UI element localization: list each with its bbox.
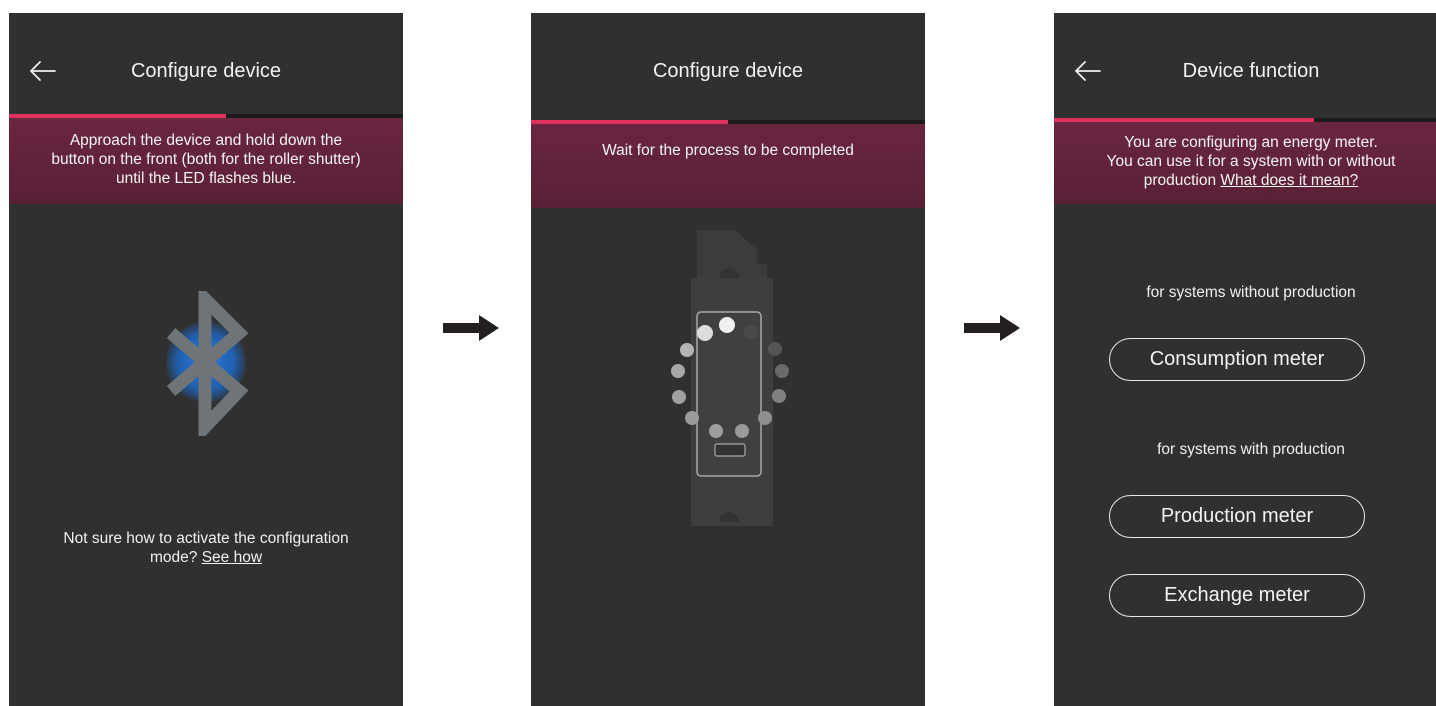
info-line: You can use it for a system with or with… xyxy=(1106,153,1396,170)
instruction-line: button on the front (both for the roller… xyxy=(51,151,361,168)
device-illustration xyxy=(671,230,789,526)
status-text: Wait for the process to be completed xyxy=(602,142,854,159)
bluetooth-icon xyxy=(166,291,249,436)
screen-configure-device-2: Configure device Wait for the process to… xyxy=(531,13,925,706)
info-line-3: production What does it mean? xyxy=(1066,171,1436,190)
section-label-with-production: for systems with production xyxy=(1157,441,1345,458)
instruction-banner: Approach the device and hold down the bu… xyxy=(9,118,403,204)
see-how-link[interactable]: See how xyxy=(202,549,262,566)
instruction-line: until the LED flashes blue. xyxy=(115,170,297,187)
status-banner: Wait for the process to be completed xyxy=(531,124,925,208)
info-line: You are configuring an energy meter. xyxy=(1124,134,1378,151)
help-line-2: mode? See how xyxy=(9,548,403,567)
right-arrow-icon xyxy=(443,315,499,341)
section-label-without-production: for systems without production xyxy=(1146,284,1356,301)
help-line: Not sure how to activate the configurati… xyxy=(63,530,349,547)
right-arrow-icon xyxy=(964,315,1020,341)
screen-device-function: Device function You are configuring an e… xyxy=(1054,13,1436,706)
page-title: Configure device xyxy=(130,60,282,82)
top-bar: Device function xyxy=(1054,13,1436,114)
help-prefix: mode? xyxy=(149,549,202,566)
info-banner: You are configuring an energy meter. You… xyxy=(1054,122,1436,204)
page-title: Configure device xyxy=(652,60,804,82)
info-prefix: production xyxy=(1143,172,1221,189)
page-title: Device function xyxy=(1182,60,1320,82)
help-text: Not sure how to activate the configurati… xyxy=(9,529,403,567)
top-bar: Configure device xyxy=(9,13,403,114)
consumption-meter-button[interactable]: Consumption meter xyxy=(1109,338,1365,381)
production-meter-button[interactable]: Production meter xyxy=(1109,495,1365,538)
exchange-meter-button[interactable]: Exchange meter xyxy=(1109,574,1365,617)
instruction-line: Approach the device and hold down the xyxy=(69,132,343,149)
screen-configure-device-1: Configure device Approach the device and… xyxy=(9,13,403,706)
top-bar: Configure device xyxy=(531,13,925,114)
what-does-it-mean-link[interactable]: What does it mean? xyxy=(1220,172,1358,189)
